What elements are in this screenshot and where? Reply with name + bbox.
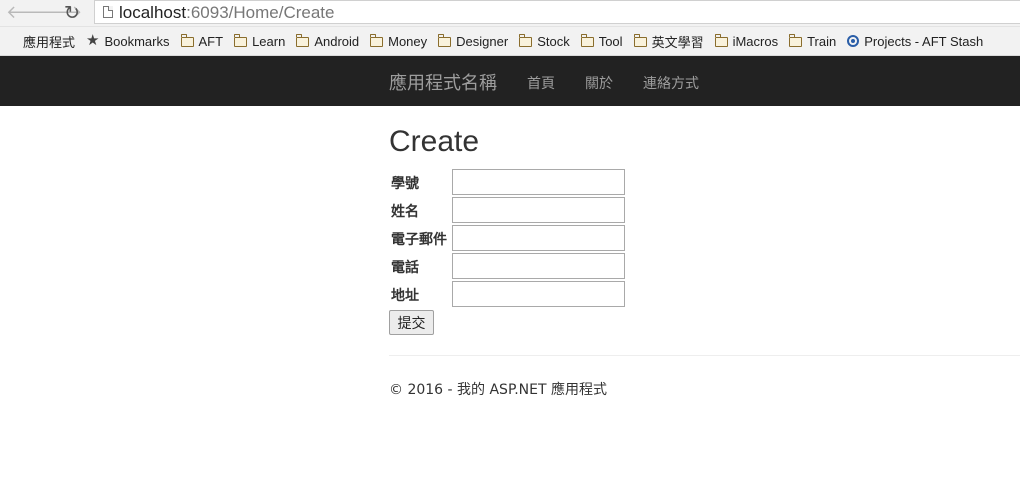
- field-label: 姓名: [391, 204, 419, 220]
- bookmark-label: Designer: [456, 33, 509, 49]
- bookmark-apps[interactable]: 應用程式: [6, 32, 75, 51]
- field-label: 電子郵件: [391, 232, 447, 248]
- name-input[interactable]: [452, 197, 625, 223]
- bookmark-aft[interactable]: AFT: [180, 33, 224, 49]
- bookmark-label: Money: [388, 33, 428, 49]
- student-id-input[interactable]: [452, 169, 625, 195]
- bookmark-bookmarks[interactable]: ★ Bookmarks: [86, 32, 170, 49]
- phone-input[interactable]: [452, 253, 625, 279]
- submit-button[interactable]: 提交: [389, 310, 434, 335]
- reload-icon[interactable]: ↻: [64, 3, 80, 23]
- email-input[interactable]: [452, 225, 625, 251]
- folder-icon: [633, 34, 647, 47]
- star-icon: ★: [86, 32, 100, 49]
- page-icon: [103, 6, 113, 18]
- bookmark-label: AFT: [198, 33, 224, 49]
- bookmark-label: Stock: [537, 33, 570, 49]
- address-input[interactable]: [452, 281, 625, 307]
- bookmark-label: 英文學習: [651, 34, 704, 50]
- bookmark-label: Tool: [598, 33, 623, 49]
- brand-link[interactable]: 應用程式名稱: [389, 69, 497, 95]
- bookmark-label: Android: [314, 33, 360, 49]
- footer-text: © 2016 - 我的 ASP.NET 應用程式: [389, 382, 607, 398]
- nav-link-about[interactable]: 關於: [585, 73, 613, 93]
- bookmark-tool[interactable]: Tool: [580, 33, 623, 49]
- url-host: localhost: [119, 3, 187, 22]
- bookmark-stock[interactable]: Stock: [519, 34, 570, 49]
- page-title: Create: [389, 125, 480, 158]
- bookmark-imacros[interactable]: iMacros: [714, 33, 779, 49]
- footer-divider: [389, 355, 1020, 356]
- bookmark-designer[interactable]: Designer: [438, 34, 508, 49]
- stash-icon: [847, 35, 860, 47]
- address-bar[interactable]: localhost:6093/Home/Create: [94, 0, 1020, 24]
- site-navbar: 應用程式名稱 首頁 關於 連絡方式: [0, 56, 1020, 106]
- folder-icon: [438, 34, 452, 47]
- field-label: 學號: [391, 176, 419, 192]
- bookmark-label: Projects - AFT Stash: [864, 33, 984, 49]
- browser-toolbar: 🡐 🡒 ↻ localhost:6093/Home/Create: [0, 0, 1020, 27]
- url-text[interactable]: localhost:6093/Home/Create: [119, 3, 334, 23]
- apps-icon: [6, 35, 18, 47]
- folder-icon: [580, 34, 594, 47]
- bookmark-label: iMacros: [732, 33, 779, 49]
- folder-icon: [714, 34, 728, 47]
- bookmark-label: Learn: [252, 33, 286, 49]
- folder-icon: [296, 34, 310, 47]
- bookmark-train[interactable]: Train: [789, 34, 836, 49]
- field-label: 地址: [391, 288, 419, 304]
- bookmark-label: Train: [807, 33, 837, 49]
- url-path: :6093/Home/Create: [186, 3, 335, 22]
- bookmark-label: 應用程式: [23, 34, 76, 50]
- folder-icon: [370, 34, 384, 47]
- folder-icon: [789, 34, 803, 47]
- bookmark-learn[interactable]: Learn: [234, 34, 285, 49]
- nav-link-contact[interactable]: 連絡方式: [643, 73, 699, 93]
- bookmark-english[interactable]: 英文學習: [633, 32, 704, 51]
- folder-icon: [180, 34, 194, 47]
- bookmark-projects-stash[interactable]: Projects - AFT Stash: [847, 34, 983, 49]
- nav-link-home[interactable]: 首頁: [527, 73, 555, 93]
- bookmark-android[interactable]: Android: [296, 34, 359, 49]
- field-label: 電話: [391, 260, 419, 276]
- bookmark-label: Bookmarks: [104, 33, 170, 49]
- bookmarks-bar: 應用程式 ★ Bookmarks AFT Learn Android Money…: [0, 27, 1020, 56]
- bookmark-money[interactable]: Money: [370, 34, 427, 49]
- folder-icon: [234, 34, 248, 47]
- folder-icon: [519, 34, 533, 47]
